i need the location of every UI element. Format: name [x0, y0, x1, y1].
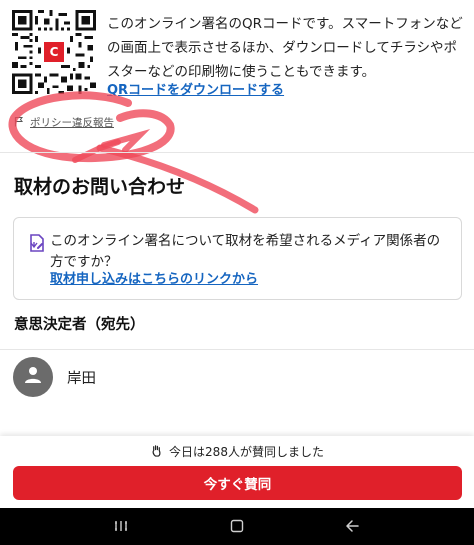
flag-icon	[14, 116, 24, 130]
home-button[interactable]	[226, 516, 248, 538]
media-inquiry-card: このオンライン署名について取材を希望されるメディア関係者の方ですか？ 取材申し込…	[13, 217, 462, 300]
policy-report-link[interactable]: ポリシー違反報告	[14, 115, 114, 130]
divider	[0, 152, 474, 153]
recent-apps-icon	[113, 518, 129, 537]
qr-section: C このオンライン署名のQRコードです。スマートフォンなどの画面上で表示させるほ…	[0, 0, 474, 150]
divider	[0, 349, 474, 350]
counter-text: 今日は288人が賛同しました	[169, 445, 324, 459]
back-button[interactable]	[341, 516, 363, 538]
avatar	[13, 357, 53, 397]
person-icon	[22, 364, 44, 390]
media-card-text: このオンライン署名について取材を希望されるメディア関係者の方ですか？	[50, 233, 441, 270]
policy-report-label: ポリシー違反報告	[30, 117, 114, 129]
media-section-title: 取材のお問い合わせ	[14, 176, 186, 198]
media-request-link[interactable]: 取材申し込みはこちらのリンクから	[50, 268, 258, 287]
system-navigation-bar	[0, 508, 474, 545]
recent-apps-button[interactable]	[110, 516, 132, 538]
media-request-icon	[27, 233, 47, 253]
decision-maker-item[interactable]: 岸田	[13, 357, 96, 397]
decision-makers-title: 意思決定者（宛先）	[14, 317, 145, 333]
qr-description: このオンライン署名のQRコードです。スマートフォンなどの画面上で表示させるほか、…	[107, 16, 463, 80]
back-icon	[344, 518, 360, 537]
home-icon	[230, 518, 244, 537]
signature-counter: 今日は288人が賛同しました	[0, 443, 474, 460]
sign-bar: 今日は288人が賛同しました 今すぐ賛同	[0, 436, 474, 508]
decision-maker-name: 岸田	[67, 370, 96, 387]
qr-code-image: C	[12, 10, 96, 94]
qr-logo-badge: C	[49, 45, 59, 59]
raised-hand-icon	[150, 444, 163, 460]
sign-now-button[interactable]: 今すぐ賛同	[13, 466, 462, 500]
qr-download-link[interactable]: QRコードをダウンロードする	[107, 79, 284, 98]
